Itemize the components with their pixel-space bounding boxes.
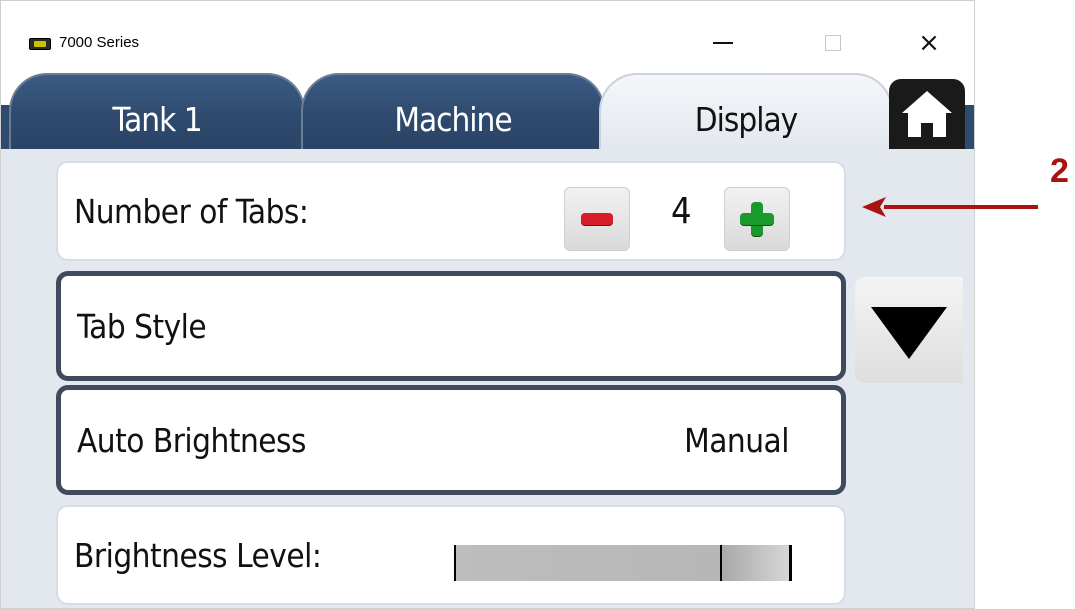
brightness-level-label: Brightness Level: bbox=[74, 535, 322, 575]
decrease-tabs-button[interactable] bbox=[564, 187, 630, 251]
minimize-button[interactable] bbox=[699, 23, 747, 63]
tab-count-value: 4 bbox=[670, 190, 692, 232]
callout-arrow-icon bbox=[862, 197, 1038, 217]
tab-bar: Tank 1 Machine Display bbox=[1, 73, 974, 149]
window-title: 7000 Series bbox=[59, 34, 140, 51]
auto-brightness-label: Auto Brightness bbox=[77, 420, 307, 460]
increase-tabs-button[interactable] bbox=[724, 187, 790, 251]
app-window: 7000 Series × Tank 1 Machine Display Num… bbox=[0, 0, 975, 609]
brightness-slider-remainder bbox=[722, 545, 789, 581]
title-bar: 7000 Series × bbox=[1, 1, 974, 73]
home-icon bbox=[902, 91, 952, 137]
auto-brightness-row[interactable]: Auto Brightness Manual bbox=[56, 385, 846, 495]
brightness-level-row: Brightness Level: bbox=[56, 505, 846, 605]
triangle-down-icon bbox=[871, 307, 947, 359]
number-of-tabs-row: Number of Tabs: 4 bbox=[56, 161, 846, 261]
tab-tank-1[interactable]: Tank 1 bbox=[9, 73, 305, 149]
tab-style-row[interactable]: Tab Style bbox=[56, 271, 846, 381]
app-chip-icon bbox=[29, 38, 51, 50]
tab-machine[interactable]: Machine bbox=[301, 73, 605, 149]
home-button[interactable] bbox=[889, 79, 965, 149]
plus-icon bbox=[740, 202, 774, 236]
auto-brightness-value: Manual bbox=[684, 420, 789, 460]
brightness-slider-fill bbox=[456, 545, 723, 581]
close-button[interactable]: × bbox=[905, 23, 953, 63]
brightness-slider[interactable] bbox=[454, 545, 792, 581]
minus-icon bbox=[581, 213, 613, 225]
settings-panel: Number of Tabs: 4 Tab Style Auto Brightn… bbox=[1, 149, 974, 608]
scroll-down-button[interactable] bbox=[855, 277, 963, 383]
tab-display[interactable]: Display bbox=[599, 73, 893, 149]
number-of-tabs-label: Number of Tabs: bbox=[74, 191, 309, 231]
maximize-button[interactable] bbox=[809, 23, 857, 63]
callout-number: 2 bbox=[1050, 152, 1069, 190]
tab-style-label: Tab Style bbox=[77, 306, 207, 346]
